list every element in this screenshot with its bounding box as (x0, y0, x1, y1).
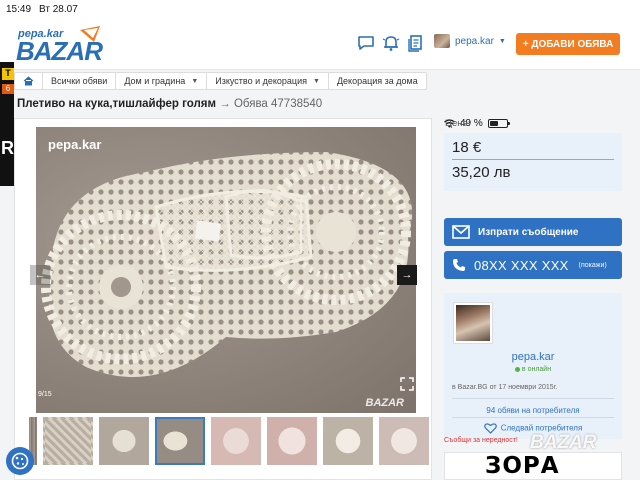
price-euro: 18 € (452, 139, 614, 160)
arrow-left-icon: ← (34, 269, 46, 281)
user-avatar (434, 34, 450, 48)
side-ad-banner[interactable]: T 6 R (0, 62, 14, 186)
cookie-icon (11, 452, 29, 470)
home-icon (23, 76, 34, 86)
breadcrumb-label: Изкуство и декорация (215, 76, 307, 86)
seller-name[interactable]: pepa.kar (444, 351, 622, 363)
divider (452, 398, 614, 399)
bazar-watermark: BAZAR (530, 432, 597, 453)
thumbnail[interactable] (379, 417, 429, 465)
site-header: pepa.kar BAZAR pepa.kar ▼ + ДОБАВИ ОБЯВА (0, 18, 640, 70)
ad-number: Обява 47738540 (233, 98, 323, 110)
thumbnail[interactable] (43, 417, 93, 465)
zora-banner-text: ЗОРА (485, 453, 560, 479)
breadcrumb-art-decoration[interactable]: Изкуство и декорация ▼ (207, 73, 329, 89)
seller-online-label: в онлайн (521, 366, 552, 373)
send-message-button[interactable]: Изпрати съобщение (444, 218, 622, 246)
seller-card: pepa.kar в онлайн в Bazar.BG от 17 ноемв… (444, 293, 622, 439)
bell-icon[interactable] (381, 33, 401, 53)
report-link[interactable]: Съобщи за нередност! (444, 437, 518, 444)
side-ad-letter-large: R (1, 138, 14, 158)
envelope-icon (452, 225, 470, 239)
divider (452, 417, 614, 418)
seller-online-status: в онлайн (444, 366, 622, 373)
thumbnail-strip (29, 417, 429, 465)
crochet-doily-image (41, 152, 413, 377)
photo-gallery: pepa.kar 9/15 BAZAR ← → (14, 118, 432, 480)
user-menu[interactable]: pepa.kar ▼ (434, 34, 506, 48)
prev-photo-button[interactable]: ← (30, 265, 50, 285)
photo-watermark-brand: BAZAR (365, 397, 405, 409)
zora-banner[interactable]: ЗОРА (444, 452, 622, 480)
photo-counter: 9/15 (38, 391, 52, 398)
breadcrumb-all-ads[interactable]: Всички обяви (43, 73, 117, 89)
add-listing-button[interactable]: + ДОБАВИ ОБЯВА (516, 33, 620, 55)
thumbnail[interactable] (323, 417, 373, 465)
logo-text: BAZAR (16, 36, 103, 64)
sidebar: Цена: 18 € 35,20 лв Изпрати съобщение 08… (444, 118, 622, 439)
title-arrow: → (219, 98, 231, 110)
breadcrumb-label: Декорация за дома (336, 76, 418, 86)
breadcrumb-label: Всички обяви (51, 76, 108, 86)
main-photo[interactable]: pepa.kar 9/15 BAZAR (36, 127, 416, 413)
chevron-down-icon: ▼ (313, 77, 320, 85)
page-title: Плетиво на кука,тишлайфер голям → Обява … (17, 98, 322, 110)
status-time: 15:49 (6, 3, 32, 15)
send-message-label: Изпрати съобщение (478, 226, 579, 238)
breadcrumb-home-decoration[interactable]: Декорация за дома (329, 73, 426, 89)
thumbnail[interactable] (99, 417, 149, 465)
phone-show-label: (покажи) (578, 261, 607, 269)
online-dot-icon (514, 366, 520, 372)
listing-title: Плетиво на кука,тишлайфер голям (17, 98, 217, 110)
price-label: Цена: (445, 118, 471, 129)
bazar-logo[interactable]: pepa.kar BAZAR (14, 24, 126, 64)
chat-icon[interactable] (356, 33, 376, 53)
breadcrumb: Всички обяви Дом и градина ▼ Изкуство и … (14, 72, 427, 90)
fullscreen-icon[interactable] (400, 377, 414, 391)
breadcrumb-home[interactable] (15, 73, 43, 89)
heart-icon (483, 423, 497, 434)
photo-watermark-user: pepa.kar (48, 137, 102, 152)
thumbnail[interactable] (267, 417, 317, 465)
arrow-right-icon: → (401, 269, 413, 281)
documents-icon[interactable] (406, 33, 426, 53)
breadcrumb-label: Дом и градина (124, 76, 186, 86)
cookie-settings-button[interactable] (6, 447, 34, 475)
side-ad-number: 6 (2, 84, 14, 94)
seller-member-since: в Bazar.BG от 17 ноември 2015г. (452, 384, 558, 391)
breadcrumb-home-garden[interactable]: Дом и градина ▼ (116, 73, 208, 89)
user-menu-name: pepa.kar (455, 35, 494, 47)
next-photo-button[interactable]: → (397, 265, 417, 285)
status-bar: 15:49 Вт 28.07 49 % (0, 0, 640, 129)
price-box: 18 € 35,20 лв (444, 133, 622, 191)
chevron-down-icon: ▼ (498, 37, 506, 45)
phone-number: 08XX XXX XXX (474, 257, 569, 273)
seller-avatar[interactable] (454, 303, 492, 343)
seller-ads-link[interactable]: 94 обяви на потребителя (444, 406, 622, 415)
thumbnail[interactable] (211, 417, 261, 465)
price-bgn: 35,20 лв (452, 164, 511, 181)
chevron-down-icon: ▼ (191, 77, 199, 85)
show-phone-button[interactable]: 08XX XXX XXX (покажи) (444, 251, 622, 279)
side-ad-letter: T (2, 68, 14, 80)
thumbnail[interactable] (155, 417, 205, 465)
status-date: Вт 28.07 (39, 3, 78, 15)
phone-icon (453, 259, 465, 271)
